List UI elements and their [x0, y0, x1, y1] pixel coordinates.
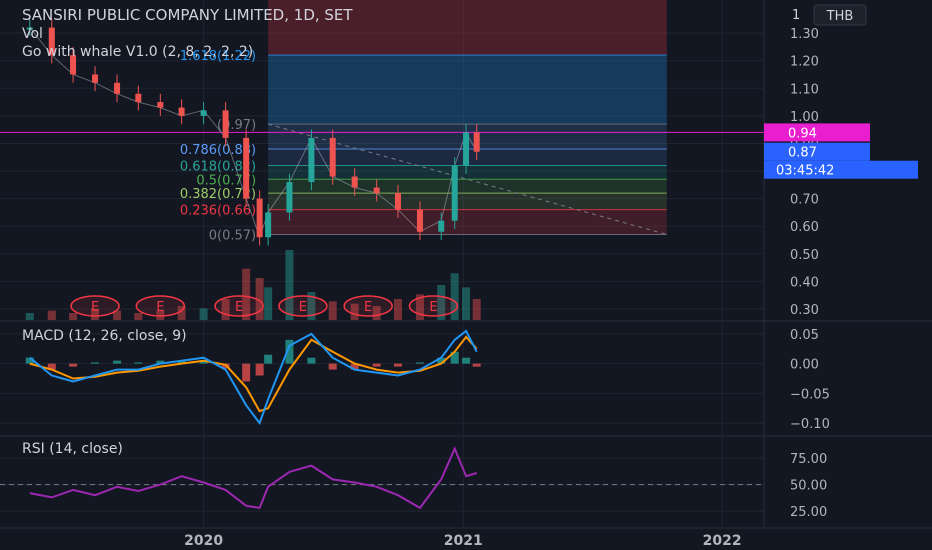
candle-body	[222, 110, 229, 138]
last-price-badge-text: 0.87	[788, 146, 817, 161]
macd-histogram-bar	[69, 363, 78, 367]
earnings-marker-label: E	[299, 300, 307, 315]
rsi-tick-label: 50.00	[790, 479, 827, 494]
macd-histogram-bar	[113, 360, 122, 364]
time-tick-label: 2021	[444, 533, 483, 549]
chart-canvas[interactable]: 1.618(1.22)(0.97)0.786(0.88)0.618(0.82)0…	[0, 0, 932, 550]
rsi-tick-label: 25.00	[790, 505, 827, 520]
candle-body	[308, 137, 315, 183]
candle-body	[463, 132, 470, 166]
price-tick-label: 0.40	[790, 275, 819, 290]
price-tick-label: 1.10	[790, 82, 819, 97]
fib-zone-band	[268, 179, 667, 194]
price-tick-label: 1.00	[790, 110, 819, 125]
macd-histogram-bar	[472, 363, 481, 367]
price-tick-label: 0.60	[790, 220, 819, 235]
macd-histogram-bar	[264, 354, 273, 364]
macd-histogram-bar	[91, 362, 100, 364]
macd-title: MACD (12, 26, close, 9)	[22, 328, 187, 344]
rsi-title: RSI (14, close)	[22, 441, 123, 457]
macd-tick-label: 0.00	[790, 358, 819, 373]
macd-histogram-bar	[328, 363, 337, 370]
candle-body	[373, 187, 380, 194]
candle-body	[157, 102, 164, 108]
candle-body	[243, 137, 250, 199]
candle-body	[473, 132, 480, 152]
alert-price-badge-text: 0.94	[788, 126, 817, 141]
candle-body	[200, 110, 207, 116]
candle-body	[351, 176, 358, 188]
top-axis-tick: 1	[792, 8, 800, 23]
time-tick-label: 2020	[184, 533, 223, 549]
candle-body	[286, 182, 293, 213]
macd-histogram-bar	[462, 357, 471, 364]
macd-tick-label: −0.05	[790, 387, 830, 402]
candle-body	[256, 198, 263, 238]
volume-bar	[393, 299, 402, 320]
candle-body	[178, 107, 185, 116]
fib-zone-band	[268, 55, 667, 125]
price-tick-label: 1.20	[790, 55, 819, 70]
macd-tick-label: 0.05	[790, 328, 819, 343]
macd-tick-label: −0.10	[790, 417, 830, 432]
price-tick-label: 0.50	[790, 248, 819, 263]
macd-histogram-bar	[372, 363, 381, 367]
earnings-marker-label: E	[91, 300, 99, 315]
candle-body	[394, 193, 401, 210]
candle-body	[451, 165, 458, 221]
volume-bar	[472, 299, 481, 320]
macd-histogram-bar	[134, 362, 143, 364]
earnings-marker-label: E	[235, 300, 243, 315]
candle-body	[416, 209, 423, 232]
price-tick-label: 0.70	[790, 193, 819, 208]
fib-zone-band	[268, 193, 667, 210]
candle-body	[135, 93, 142, 103]
volume-bar	[25, 313, 34, 320]
candle-body	[438, 220, 445, 232]
earnings-marker-label: E	[156, 300, 164, 315]
volume-bar	[264, 287, 273, 320]
macd-histogram-bar	[393, 363, 402, 367]
volume-bar	[199, 308, 208, 320]
macd-histogram-bar	[242, 363, 251, 382]
candle-body	[265, 212, 272, 238]
macd-histogram-bar	[307, 357, 316, 364]
countdown-text: 03:45:42	[776, 164, 834, 179]
volume-legend: Vol	[22, 26, 43, 42]
price-tick-label: 0.30	[790, 303, 819, 318]
price-tick-label: 1.30	[790, 27, 819, 42]
rsi-tick-label: 75.00	[790, 452, 827, 467]
volume-bar	[47, 310, 56, 320]
indicator-legend: Go with whale V1.0 (2, 8, 2, 2, 2)	[22, 44, 253, 60]
macd-histogram-bar	[255, 363, 264, 376]
alert-price-badge	[764, 123, 870, 142]
time-tick-label: 2022	[703, 533, 742, 549]
macd-histogram-bar	[415, 362, 424, 364]
candle-body	[329, 137, 336, 177]
candle-body	[114, 82, 121, 94]
volume-bar	[462, 287, 471, 320]
earnings-marker-label: E	[429, 300, 437, 315]
chart-title: SANSIRI PUBLIC COMPANY LIMITED, 1D, SET	[22, 6, 353, 24]
candle-body	[92, 74, 99, 83]
fib-level-label: 0.236(0.66)	[180, 204, 256, 219]
fib-level-label: 0(0.57)	[209, 228, 256, 243]
volume-bar	[69, 313, 78, 320]
currency-label: THB	[826, 9, 854, 24]
last-price-badge	[764, 142, 870, 161]
fib-zone-band	[268, 209, 667, 235]
earnings-marker-label: E	[364, 300, 372, 315]
volume-bar	[328, 301, 337, 320]
volume-bar	[134, 313, 143, 320]
